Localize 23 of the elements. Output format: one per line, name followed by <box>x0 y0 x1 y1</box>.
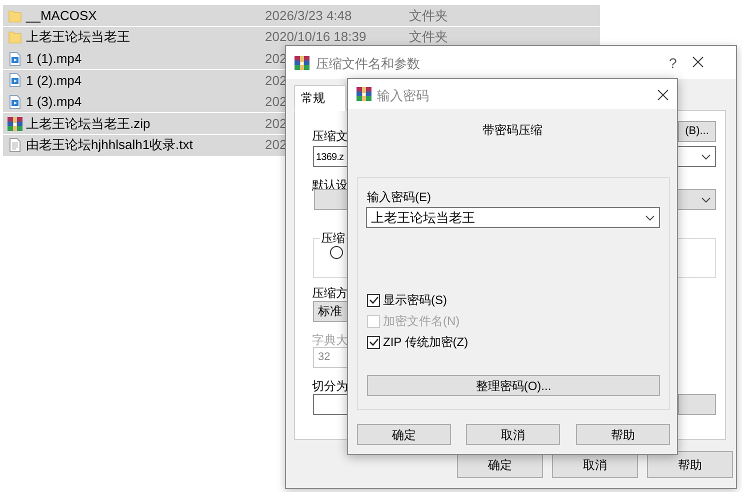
file-name: 上老王论坛当老王 <box>26 28 131 46</box>
file-type: 文件夹 <box>409 28 448 46</box>
file-name: 上老王论坛当老王.zip <box>26 114 152 133</box>
file-name: 1 (3).mp4 <box>26 93 83 112</box>
dialog-heading: 带密码压缩 <box>482 122 544 139</box>
file-name: __MACOSX <box>26 6 98 25</box>
file-name: 1 (2).mp4 <box>26 72 83 90</box>
window-title: 输入密码 <box>377 87 429 105</box>
file-name: 由老王论坛hjhhlsalh1收录.txt <box>26 136 194 154</box>
file-date: 2026/3/23 4:48 <box>265 8 352 23</box>
field-label: 切分为 <box>312 378 348 395</box>
field-label: 压缩文 <box>312 128 348 145</box>
archive-name-text: 1369.z <box>316 152 344 163</box>
field-label: 输入密码(E) <box>367 189 431 206</box>
checkbox-label: 加密文件名(N) <box>383 313 460 330</box>
checkbox-label: 显示密码(S) <box>383 292 447 309</box>
file-date: 2020/10/16 18:39 <box>265 29 366 44</box>
checkbox-label: ZIP 传统加密(Z) <box>383 334 468 351</box>
file-type: 文件夹 <box>409 6 448 25</box>
file-name: 1 (1).mp4 <box>26 50 83 68</box>
field-label: 压缩方 <box>312 285 348 302</box>
field-label: 字典大 <box>312 332 348 349</box>
password-text: 上老王论坛当老王 <box>371 209 475 227</box>
